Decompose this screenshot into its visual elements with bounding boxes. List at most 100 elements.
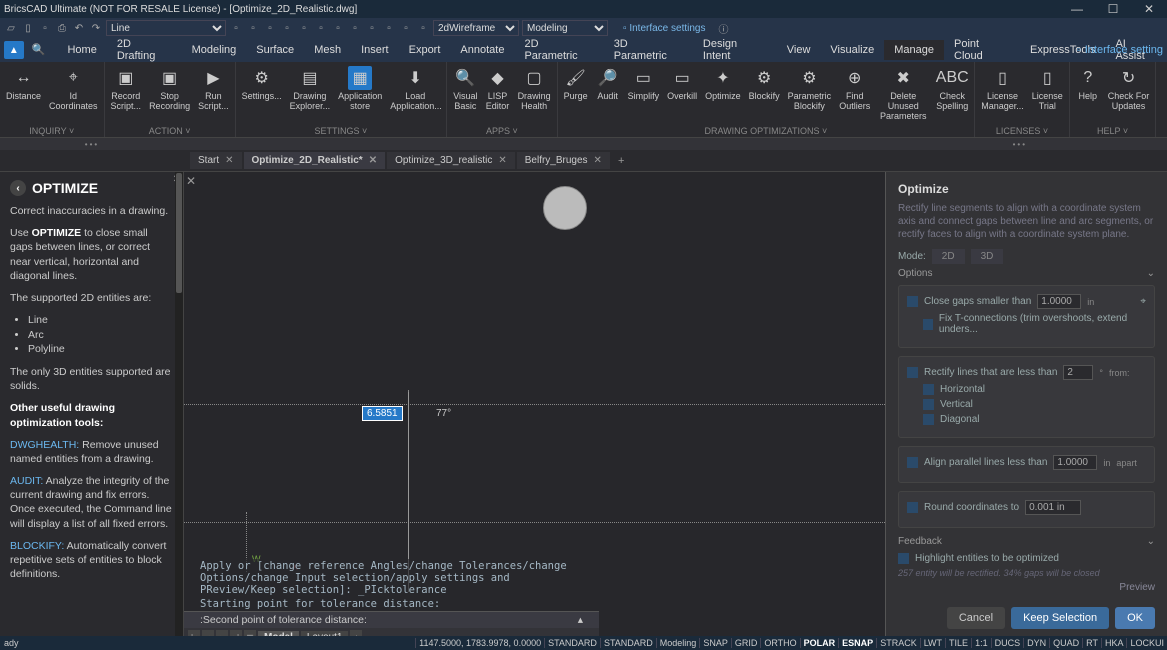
status-quad[interactable]: QUAD: [1049, 638, 1082, 648]
cmd-expand-icon[interactable]: ▴: [578, 614, 583, 626]
status-tile[interactable]: TILE: [945, 638, 971, 648]
ribbon-group-title[interactable]: DRAWING OPTIMIZATIONS ˅: [560, 125, 973, 137]
maximize-button[interactable]: ☐: [1095, 0, 1131, 18]
mode-2d-button[interactable]: 2D: [932, 249, 965, 264]
tab-annotate[interactable]: Annotate: [450, 40, 514, 60]
status-polar[interactable]: POLAR: [800, 638, 839, 648]
save-icon[interactable]: ▫: [38, 21, 52, 35]
ribbon-settings-[interactable]: ⚙Settings...: [238, 64, 286, 125]
tab-insert[interactable]: Insert: [351, 40, 399, 60]
status-ducs[interactable]: DUCS: [991, 638, 1024, 648]
ribbon-id-coordinates[interactable]: ⌖IdCoordinates: [45, 64, 102, 125]
status-ortho[interactable]: ORTHO: [760, 638, 799, 648]
ribbon-check-spelling[interactable]: ABCCheckSpelling: [932, 64, 972, 125]
ribbon-optimize[interactable]: ✦Optimize: [701, 64, 745, 125]
tab-surface[interactable]: Surface: [246, 40, 304, 60]
ribbon-group-title[interactable]: SETTINGS ˅: [238, 125, 445, 137]
status-lockui[interactable]: LOCKUI: [1126, 638, 1167, 648]
ribbon-delete-unused-parameters[interactable]: ✖Delete UnusedParameters: [874, 64, 932, 125]
horizontal-checkbox[interactable]: [923, 384, 934, 395]
interface-settings-link[interactable]: ▫ Interface settings: [623, 23, 705, 34]
align-input[interactable]: [1053, 455, 1097, 470]
qat-icon-2[interactable]: ▫: [246, 21, 260, 35]
drawing-canvas[interactable]: ✕ 6.5851 77° W X Apply or [change refere…: [184, 172, 885, 646]
status-standard[interactable]: STANDARD: [600, 638, 656, 648]
qat-icon-1[interactable]: ▫: [229, 21, 243, 35]
ribbon-license-trial[interactable]: ▯LicenseTrial: [1028, 64, 1067, 125]
redo-icon[interactable]: ↷: [89, 21, 103, 35]
align-checkbox[interactable]: [907, 457, 918, 468]
ribbon-help[interactable]: ?Help: [1072, 64, 1104, 125]
ribbon-load-application-[interactable]: ⬇LoadApplication...: [386, 64, 444, 125]
status-esnap[interactable]: ESNAP: [838, 638, 876, 648]
qat-icon-12[interactable]: ▫: [416, 21, 430, 35]
command-input[interactable]: :Second point of tolerance distance: ▴: [184, 611, 599, 628]
ribbon-license-manager-[interactable]: ▯LicenseManager...: [977, 64, 1028, 125]
status-strack[interactable]: STRACK: [876, 638, 920, 648]
dimension-value[interactable]: 6.5851: [362, 406, 403, 421]
tab-mesh[interactable]: Mesh: [304, 40, 351, 60]
search-icon[interactable]: 🔍: [32, 43, 46, 57]
ribbon-visual-basic[interactable]: 🔍VisualBasic: [449, 64, 481, 125]
close-gaps-checkbox[interactable]: [907, 296, 918, 307]
diagonal-checkbox[interactable]: [923, 414, 934, 425]
ribbon-purge[interactable]: 🖌Purge: [560, 64, 592, 125]
tab-view[interactable]: View: [777, 40, 821, 60]
ribbon-group-title[interactable]: APPS ˅: [449, 125, 554, 137]
ribbon-record-script-[interactable]: ▣RecordScript...: [107, 64, 146, 125]
tab-home[interactable]: Home: [57, 40, 106, 60]
vertical-checkbox[interactable]: [923, 399, 934, 410]
close-icon[interactable]: ✕: [369, 155, 377, 166]
right-panel-collapse[interactable]: •••: [184, 138, 1167, 150]
close-icon[interactable]: ✕: [498, 155, 506, 166]
ribbon-group-title[interactable]: LICENSES ˅: [977, 125, 1067, 137]
qat-icon-7[interactable]: ▫: [331, 21, 345, 35]
undo-icon[interactable]: ↶: [72, 21, 86, 35]
close-doc-icon[interactable]: ✕: [186, 174, 196, 188]
qat-icon-5[interactable]: ▫: [297, 21, 311, 35]
doctab-optimize-3d[interactable]: Optimize_3D_realistic✕: [387, 152, 515, 169]
tab-visualize[interactable]: Visualize: [820, 40, 884, 60]
minimize-button[interactable]: —: [1059, 0, 1095, 18]
close-icon[interactable]: ✕: [594, 155, 602, 166]
round-checkbox[interactable]: [907, 502, 918, 513]
ribbon-check-for-updates[interactable]: ↻Check ForUpdates: [1104, 64, 1154, 125]
ribbon-group-title[interactable]: INQUIRY ˅: [2, 125, 102, 137]
doctab-belfry[interactable]: Belfry_Bruges✕: [517, 152, 610, 169]
ribbon-drawing-health[interactable]: ▢DrawingHealth: [514, 64, 555, 125]
tab-export[interactable]: Export: [399, 40, 451, 60]
ribbon-application-store[interactable]: ▦Applicationstore: [334, 64, 386, 125]
close-icon[interactable]: ✕: [225, 155, 233, 166]
ribbon-find-outliers[interactable]: ⊕FindOutliers: [835, 64, 874, 125]
help-scrollbar[interactable]: [175, 172, 183, 646]
info-icon[interactable]: ⓘ: [716, 21, 730, 35]
ribbon-audit[interactable]: 🔎Audit: [592, 64, 624, 125]
rectify-input[interactable]: [1063, 365, 1093, 380]
keep-selection-button[interactable]: Keep Selection: [1011, 607, 1109, 629]
qat-icon-9[interactable]: ▫: [365, 21, 379, 35]
ribbon-distance[interactable]: ↔Distance: [2, 64, 45, 125]
status-dyn[interactable]: DYN: [1023, 638, 1049, 648]
status-hka[interactable]: HKA: [1101, 638, 1127, 648]
ribbon-overkill[interactable]: ▭Overkill: [663, 64, 701, 125]
view-cube[interactable]: [543, 186, 587, 230]
rectify-checkbox[interactable]: [907, 367, 918, 378]
status-lwt[interactable]: LWT: [920, 638, 945, 648]
feedback-header[interactable]: Feedback⌄: [898, 536, 1155, 547]
open-icon[interactable]: ▯: [21, 21, 35, 35]
ribbon-blockify[interactable]: ⚙Blockify: [745, 64, 784, 125]
doctab-optimize-2d[interactable]: Optimize_2D_Realistic*✕: [244, 152, 386, 169]
round-input[interactable]: [1025, 500, 1081, 515]
left-panel-collapse[interactable]: •••: [0, 138, 184, 150]
app-menu-button[interactable]: ▲: [4, 41, 24, 59]
ribbon-run-script-[interactable]: ▶RunScript...: [194, 64, 233, 125]
status-1:1[interactable]: 1:1: [971, 638, 991, 648]
qat-icon-6[interactable]: ▫: [314, 21, 328, 35]
tab-modeling[interactable]: Modeling: [182, 40, 247, 60]
qat-icon-4[interactable]: ▫: [280, 21, 294, 35]
print-icon[interactable]: ⎙: [55, 21, 69, 35]
ribbon-simplify[interactable]: ▭Simplify: [624, 64, 664, 125]
status-rt[interactable]: RT: [1082, 638, 1101, 648]
status-modeling[interactable]: Modeling: [656, 638, 700, 648]
back-icon[interactable]: ‹: [10, 180, 26, 196]
